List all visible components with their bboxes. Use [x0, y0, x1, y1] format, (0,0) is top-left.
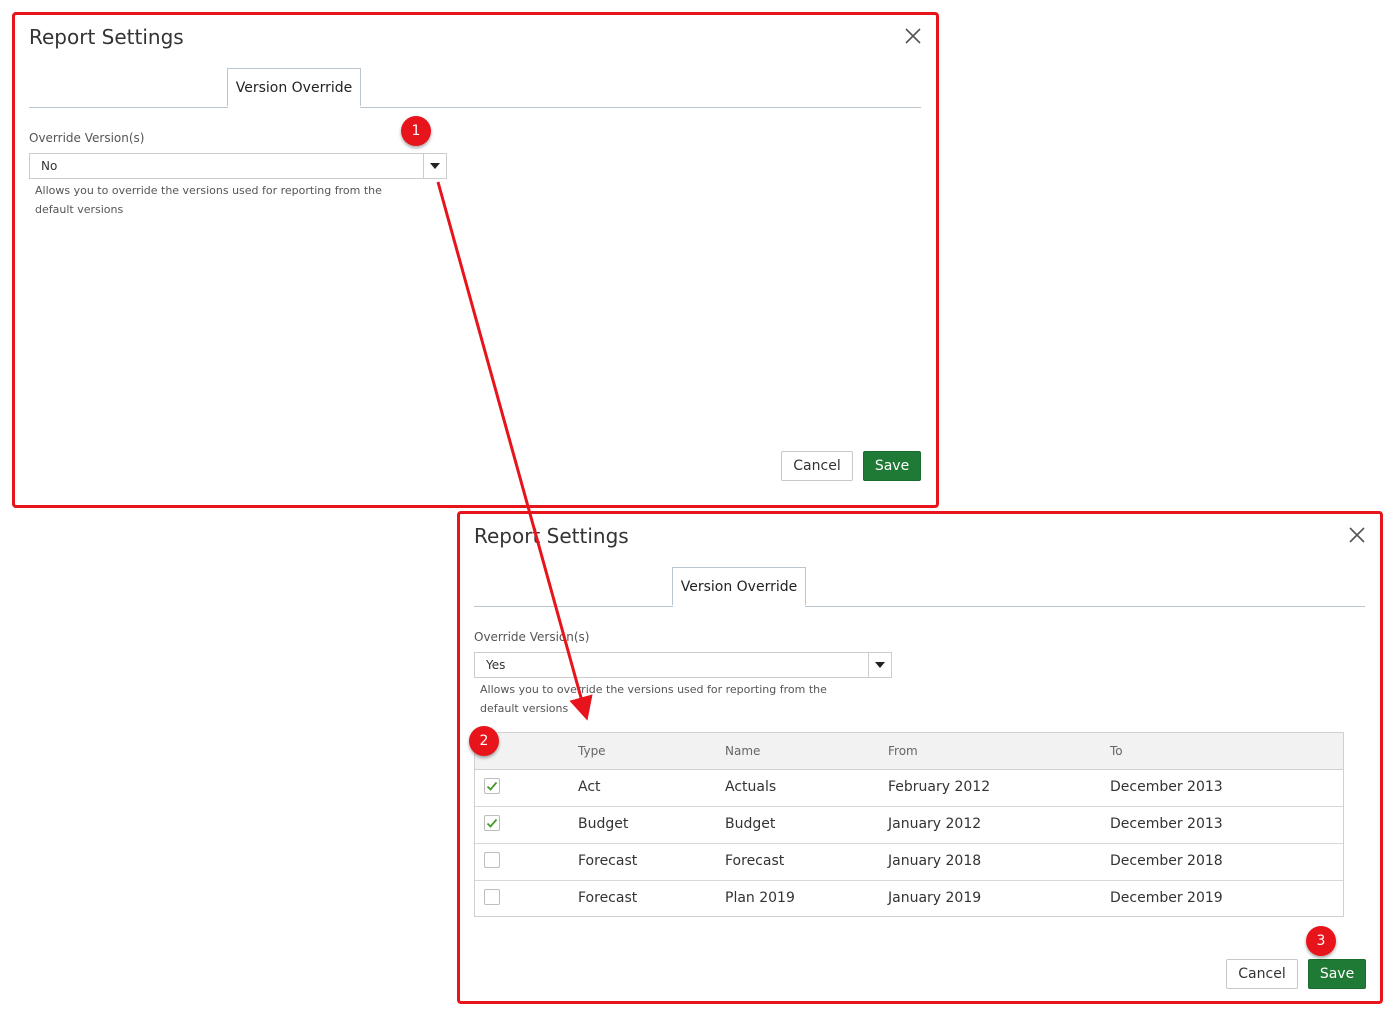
help-text: Allows you to override the versions used… — [480, 683, 827, 715]
cell-from: January 2012 — [888, 816, 982, 832]
annotation-badge-2: 2 — [469, 726, 499, 756]
column-header-type: Type — [578, 744, 606, 758]
override-versions-label: Override Version(s) — [29, 131, 145, 145]
dialog-title: Report Settings — [474, 524, 629, 548]
tab-version-override[interactable]: Version Override — [227, 68, 361, 106]
checkmark-icon — [486, 781, 498, 791]
versions-table: Type Name From To Act Actuals February 2… — [474, 732, 1344, 917]
override-versions-select[interactable]: Yes — [474, 652, 892, 678]
table-row[interactable]: Budget Budget January 2012 December 2013 — [475, 806, 1343, 844]
report-settings-dialog-after: Report Settings Version Override Overrid… — [457, 511, 1383, 1004]
cell-type: Forecast — [578, 890, 638, 906]
dialog-title: Report Settings — [29, 25, 184, 49]
checkmark-icon — [486, 818, 498, 828]
cell-type: Forecast — [578, 853, 638, 869]
cell-name: Actuals — [725, 779, 777, 795]
table-row[interactable]: Forecast Plan 2019 January 2019 December… — [475, 880, 1343, 917]
cell-name: Plan 2019 — [725, 890, 795, 906]
tab-bar-divider — [29, 107, 921, 108]
cancel-button[interactable]: Cancel — [1226, 959, 1298, 989]
annotation-badge-3: 3 — [1306, 926, 1336, 956]
close-icon[interactable] — [1348, 526, 1366, 544]
cancel-button[interactable]: Cancel — [781, 451, 853, 481]
save-button[interactable]: Save — [1308, 959, 1366, 989]
column-header-from: From — [888, 744, 918, 758]
cell-from: January 2018 — [888, 853, 982, 869]
cell-name: Budget — [725, 816, 776, 832]
save-button[interactable]: Save — [863, 451, 921, 481]
row-checkbox[interactable] — [484, 815, 500, 831]
table-row[interactable]: Forecast Forecast January 2018 December … — [475, 843, 1343, 881]
cell-to: December 2013 — [1110, 816, 1223, 832]
cell-from: February 2012 — [888, 779, 991, 795]
cell-to: December 2018 — [1110, 853, 1223, 869]
row-checkbox[interactable] — [484, 852, 500, 868]
cell-type: Act — [578, 779, 601, 795]
cell-to: December 2019 — [1110, 890, 1223, 906]
report-settings-dialog-before: Report Settings Version Override Overrid… — [12, 12, 939, 508]
annotation-badge-1: 1 — [401, 116, 431, 146]
cell-name: Forecast — [725, 853, 785, 869]
cell-from: January 2019 — [888, 890, 982, 906]
table-row[interactable]: Act Actuals February 2012 December 2013 — [475, 769, 1343, 807]
tab-version-override[interactable]: Version Override — [672, 567, 806, 605]
cell-type: Budget — [578, 816, 629, 832]
close-icon[interactable] — [904, 27, 922, 45]
caret-down-icon[interactable] — [423, 154, 446, 178]
column-header-to: To — [1110, 744, 1123, 758]
row-checkbox[interactable] — [484, 778, 500, 794]
caret-down-icon[interactable] — [868, 653, 891, 677]
cell-to: December 2013 — [1110, 779, 1223, 795]
tab-bar-divider — [474, 606, 1365, 607]
table-header: Type Name From To — [475, 733, 1343, 770]
override-versions-label: Override Version(s) — [474, 630, 590, 644]
select-value: No — [41, 159, 58, 173]
help-text: Allows you to override the versions used… — [35, 184, 382, 216]
select-value: Yes — [486, 658, 506, 672]
column-header-name: Name — [725, 744, 761, 758]
row-checkbox[interactable] — [484, 889, 500, 905]
override-versions-select[interactable]: No — [29, 153, 447, 179]
